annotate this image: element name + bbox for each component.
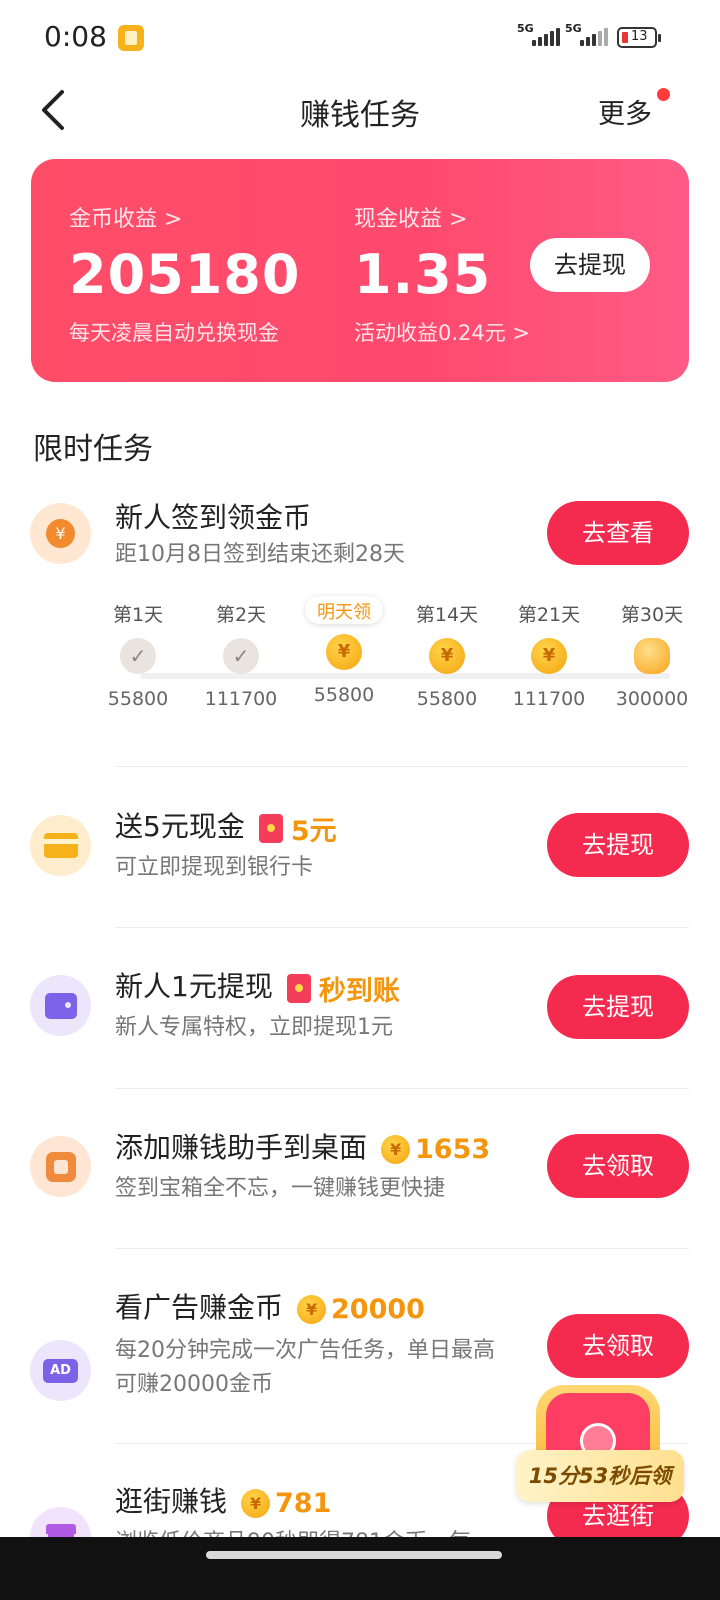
task-name: 添加赚钱助手到桌面 ¥1653	[115, 1131, 491, 1165]
divider	[115, 1248, 689, 1249]
task-desc: 距10月8日签到结束还剩28天	[115, 542, 405, 567]
divider	[115, 1088, 689, 1089]
redpacket-reward: 5元	[258, 809, 337, 848]
section-title: 限时任务	[33, 432, 153, 467]
signal-bars-2-icon	[580, 28, 608, 46]
bank-card-icon	[30, 815, 91, 876]
coin-icon: ¥	[241, 1488, 271, 1518]
task-name: 看广告赚金币 ¥20000	[115, 1291, 425, 1325]
checkin-progress: 第1天 ✓ 55800 第2天 ✓ 111700 明天领 ¥ 55800 第14…	[0, 596, 720, 730]
task-name: 新人签到领金币	[115, 501, 312, 534]
day-amount: 55800	[313, 684, 375, 706]
task-desc: 可立即提现到银行卡	[115, 855, 314, 880]
cash-earnings-value: 1.35	[354, 243, 492, 306]
day-label: 第30天	[620, 604, 684, 626]
home-indicator[interactable]	[206, 1551, 502, 1559]
ad-icon: AD	[30, 1340, 91, 1401]
day-amount: 111700	[512, 688, 586, 710]
day-label: 第1天	[112, 604, 164, 626]
redpacket-icon	[286, 973, 311, 1003]
chest-timer[interactable]: 15分53秒后领	[516, 1450, 684, 1502]
divider	[115, 766, 689, 767]
day-amount: 55800	[416, 688, 478, 710]
status-time: 0:08	[44, 20, 107, 53]
coin-reward: ¥1653	[381, 1134, 490, 1165]
earnings-card: 金币收益 > 205180 每天凌晨自动兑换现金 现金收益 > 1.35 活动收…	[31, 159, 689, 382]
withdraw-5-button[interactable]: 去提现	[547, 813, 689, 877]
yuan-coin-icon: ¥	[30, 503, 91, 564]
cash-earnings-link[interactable]: 现金收益 >	[354, 201, 467, 233]
day-label: 第14天	[415, 604, 479, 626]
notification-dot	[657, 88, 670, 101]
wallet-icon	[30, 975, 91, 1036]
withdraw-button[interactable]: 去提现	[530, 238, 650, 292]
battery-icon: 13	[617, 27, 661, 48]
nav-bar: 赚钱任务 更多	[0, 76, 720, 144]
checkin-day: 第30天 300000	[597, 600, 707, 710]
divider	[115, 927, 689, 928]
day-amount: 55800	[107, 688, 169, 710]
widget-icon	[30, 1136, 91, 1197]
redpacket-icon	[258, 813, 283, 843]
task-desc: 新人专属特权，立即提现1元	[115, 1015, 393, 1040]
coin-earnings-link[interactable]: 金币收益 >	[69, 201, 182, 233]
coin-exchange-note: 每天凌晨自动兑换现金	[69, 321, 279, 345]
day-label: 第21天	[517, 604, 581, 626]
coin-reward: ¥781	[241, 1488, 331, 1519]
day-amount: 300000	[615, 688, 689, 710]
check-icon: ✓	[223, 638, 259, 674]
task-name: 送5元现金 5元	[115, 809, 337, 848]
claim-ads-button[interactable]: 去领取	[547, 1314, 689, 1378]
claim-widget-button[interactable]: 去领取	[547, 1134, 689, 1198]
check-icon: ✓	[120, 638, 156, 674]
withdraw-1-button[interactable]: 去提现	[547, 975, 689, 1039]
checkin-day: 第21天 ¥ 111700	[494, 600, 604, 710]
coin-icon: ¥	[381, 1134, 411, 1164]
signal-bars-1-icon	[532, 28, 560, 46]
more-button[interactable]: 更多	[598, 92, 652, 131]
checkin-day: 明天领 ¥ 55800	[289, 596, 399, 706]
coin-icon: ¥	[297, 1294, 327, 1324]
coin-icon: ¥	[429, 638, 465, 674]
tomorrow-badge: 明天领	[305, 596, 383, 624]
status-bar: 0:08 5G 5G 13	[0, 0, 720, 76]
activity-earnings-link[interactable]: 活动收益0.24元 >	[354, 317, 530, 347]
task-desc: 每20分钟完成一次广告任务，单日最高可赚20000金币	[115, 1338, 495, 1397]
checkin-day: 第14天 ¥ 55800	[392, 600, 502, 710]
view-checkin-button[interactable]: 去查看	[547, 501, 689, 565]
task-name: 逛街赚钱 ¥781	[115, 1485, 332, 1519]
coin-stack-icon	[634, 638, 670, 674]
coin-icon: ¥	[531, 638, 567, 674]
checkin-day: 第1天 ✓ 55800	[83, 600, 193, 710]
notification-icon	[118, 25, 144, 51]
coin-reward: ¥20000	[297, 1294, 425, 1325]
day-amount: 111700	[204, 688, 278, 710]
checkin-day: 第2天 ✓ 111700	[186, 600, 296, 710]
task-name: 新人1元提现 秒到账	[115, 969, 400, 1008]
coin-icon: ¥	[326, 634, 362, 670]
task-desc: 签到宝箱全不忘，一键赚钱更快捷	[115, 1176, 446, 1201]
coin-earnings-value: 205180	[69, 243, 301, 306]
redpacket-reward: 秒到账	[286, 969, 400, 1008]
battery-level: 13	[631, 29, 648, 44]
day-label: 第2天	[215, 604, 267, 626]
gesture-bar	[0, 1537, 720, 1600]
